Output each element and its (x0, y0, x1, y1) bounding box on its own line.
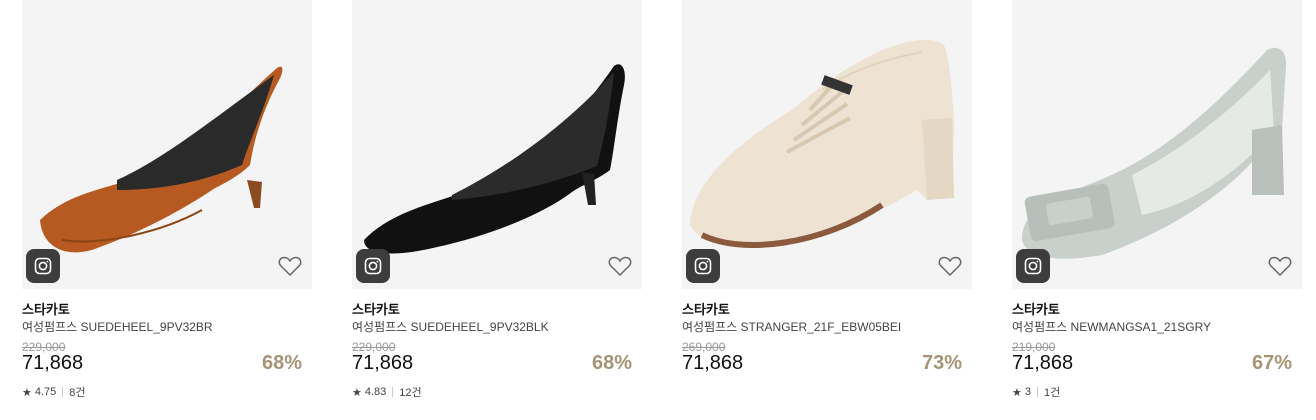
rating-value: 3 (1024, 386, 1031, 398)
divider (62, 387, 64, 397)
divider (1037, 387, 1038, 397)
product-name[interactable]: 여성펌프스 NEWMANGSA1_21SGRY (1012, 318, 1211, 335)
sale-price: 71,868 (682, 352, 744, 374)
product-card[interactable]: 스타카토 여성펌프스 SUEDEHEEL_9PV32BLK 229,000 71… (352, 0, 642, 410)
rating-row: ★ 4.75 8건 (22, 384, 86, 400)
product-card[interactable]: 스타카토 여성펌프스 SUEDEHEEL_9PV32BR 229,000 71,… (22, 0, 312, 410)
camera-icon[interactable] (356, 249, 390, 283)
shoe-image (690, 39, 954, 248)
product-image[interactable] (682, 0, 972, 289)
product-name[interactable]: 여성펌프스 SUEDEHEEL_9PV32BLK (352, 318, 549, 335)
product-name[interactable]: 여성펌프스 STRANGER_21F_EBW05BEI (682, 318, 901, 335)
product-name[interactable]: 여성펌프스 SUEDEHEEL_9PV32BR (22, 318, 213, 335)
camera-icon[interactable] (1016, 249, 1050, 283)
star-icon: ★ (1012, 386, 1022, 399)
heart-icon[interactable] (278, 255, 302, 277)
discount-rate: 73% (921, 352, 962, 374)
rating-row: ★ 4.83 12건 (352, 384, 422, 400)
star-icon: ★ (22, 386, 32, 399)
rating-value: 4.83 (364, 386, 387, 398)
sale-price: 71,868 (352, 352, 414, 374)
shoe-image (1022, 47, 1287, 259)
discount-rate: 68% (591, 352, 632, 374)
product-image[interactable] (352, 0, 642, 289)
brand-name: 스타카토 (352, 302, 400, 317)
product-card[interactable]: 스타카토 여성펌프스 STRANGER_21F_EBW05BEI 269,000… (682, 0, 972, 410)
heart-icon[interactable] (1268, 255, 1292, 277)
review-count: 1건 (1044, 387, 1061, 399)
product-image[interactable] (22, 0, 312, 289)
review-count: 12건 (399, 387, 422, 399)
divider (392, 387, 394, 397)
sale-price: 71,868 (1012, 352, 1074, 374)
brand-name: 스타카토 (22, 302, 70, 317)
rating-value: 4.75 (34, 386, 57, 398)
discount-rate: 67% (1251, 352, 1292, 374)
camera-icon[interactable] (686, 249, 720, 283)
discount-rate: 68% (261, 352, 302, 374)
brand-name: 스타카토 (682, 302, 730, 317)
shoe-image (40, 66, 283, 253)
product-grid: 스타카토 여성펌프스 SUEDEHEEL_9PV32BR 229,000 71,… (0, 0, 1316, 420)
review-count: 8건 (69, 387, 86, 399)
shoe-image (364, 64, 625, 254)
product-card[interactable]: 스타카토 여성펌프스 NEWMANGSA1_21SGRY 219,000 71,… (1012, 0, 1302, 410)
star-icon: ★ (352, 386, 362, 399)
heart-icon[interactable] (938, 255, 962, 277)
rating-row: ★ 3 1건 (1012, 384, 1060, 400)
sale-price: 71,868 (22, 352, 84, 374)
brand-name: 스타카토 (1012, 302, 1060, 317)
heart-icon[interactable] (608, 255, 632, 277)
product-image[interactable] (1012, 0, 1302, 289)
camera-icon[interactable] (26, 249, 60, 283)
